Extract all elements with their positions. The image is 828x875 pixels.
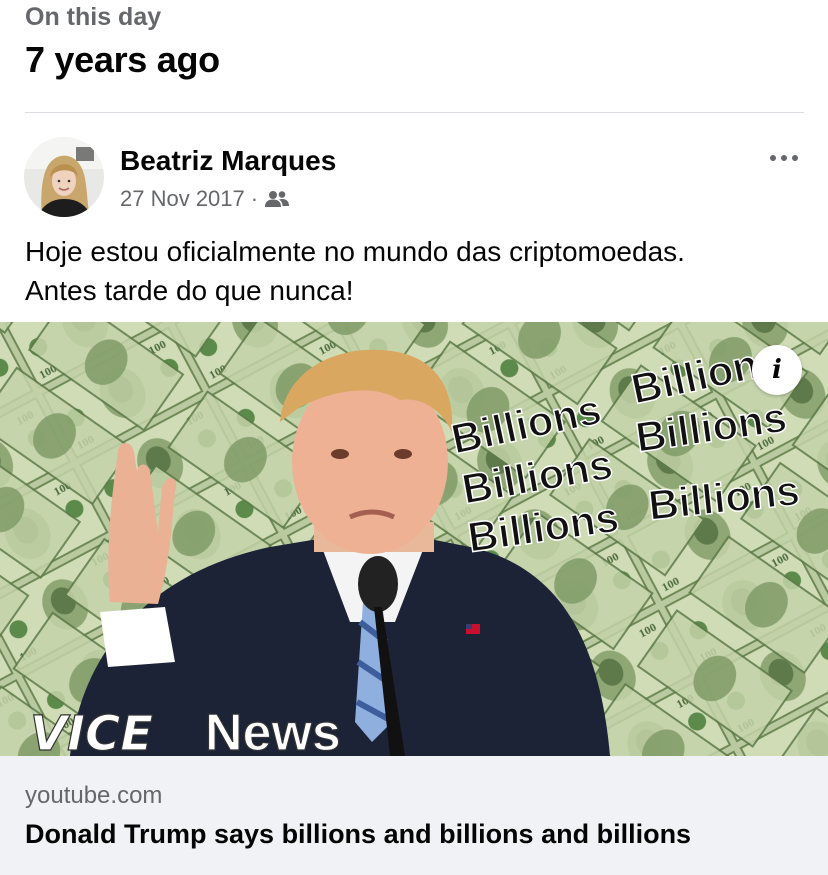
more-dot (781, 155, 787, 161)
link-preview[interactable]: youtube.com Donald Trump says billions a… (0, 756, 828, 875)
news-watermark: News (205, 704, 341, 756)
post-meta: 27 Nov 2017 · (120, 186, 290, 212)
more-dot (792, 155, 798, 161)
post-text-line: Antes tarde do que nunca! (25, 275, 354, 306)
post-date[interactable]: 27 Nov 2017 (120, 186, 245, 212)
thumbnail-image: 100 100 (0, 322, 828, 756)
header-divider (25, 112, 804, 113)
avatar[interactable] (24, 137, 104, 217)
section-label: On this day (25, 3, 162, 31)
friends-icon[interactable] (264, 189, 290, 209)
info-icon[interactable]: i (752, 345, 802, 395)
link-domain: youtube.com (25, 782, 163, 809)
post-text: Hoje estou oficialmente no mundo das cri… (25, 232, 805, 310)
years-ago-title: 7 years ago (25, 39, 220, 80)
avatar-image (24, 137, 104, 217)
more-options-button[interactable] (760, 140, 808, 176)
author-name[interactable]: Beatriz Marques (120, 145, 336, 177)
vice-watermark: VICE (30, 706, 153, 756)
link-title[interactable]: Donald Trump says billions and billions … (25, 819, 691, 850)
post-text-line: Hoje estou oficialmente no mundo das cri… (25, 236, 685, 267)
more-dot (770, 155, 776, 161)
video-thumbnail[interactable]: 100 100 (0, 322, 828, 756)
meta-separator: · (250, 186, 259, 211)
